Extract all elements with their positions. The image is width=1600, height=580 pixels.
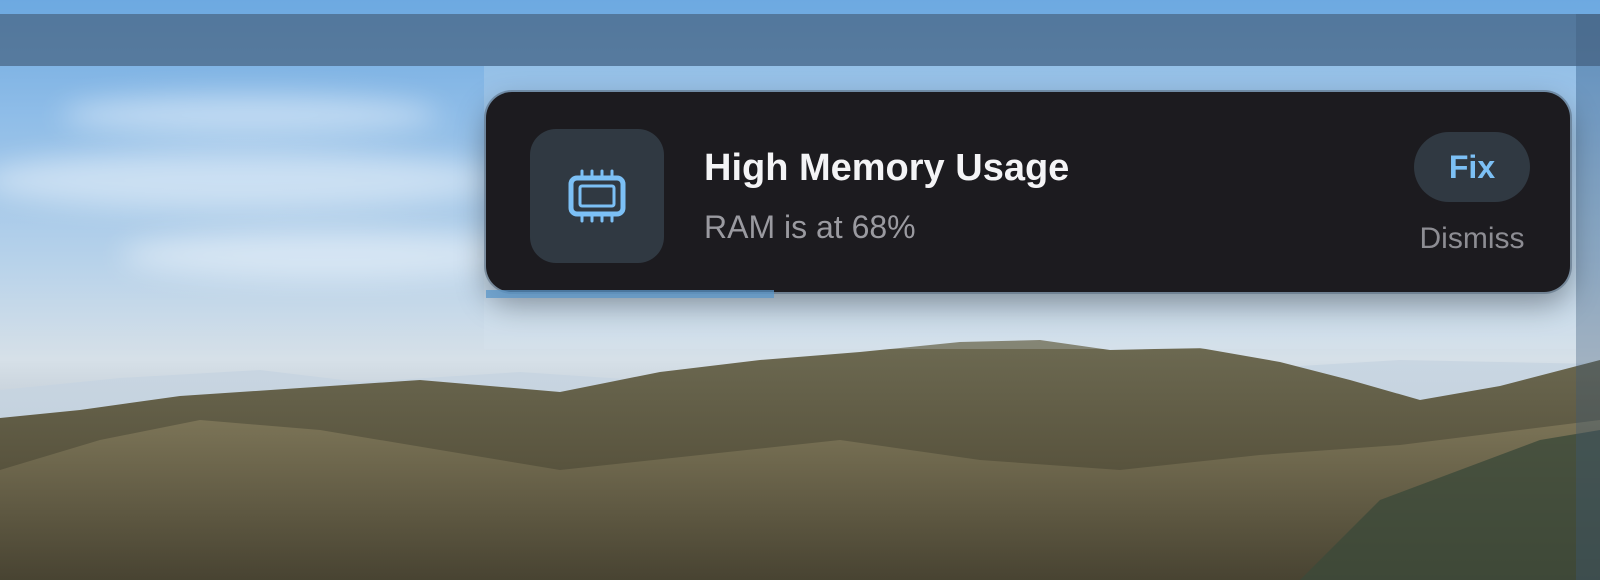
fix-button[interactable]: Fix <box>1414 132 1530 202</box>
dismiss-button[interactable]: Dismiss <box>1402 222 1542 256</box>
toast-progress-indicator <box>486 290 774 298</box>
desktop-wallpaper: High Memory Usage RAM is at 68% Fix Dism… <box>0 0 1600 580</box>
window-edge-strip <box>1576 14 1600 580</box>
memory-notification-toast[interactable]: High Memory Usage RAM is at 68% Fix Dism… <box>486 92 1570 292</box>
menu-bar-top-edge <box>0 0 1600 14</box>
notification-title: High Memory Usage <box>704 147 1070 189</box>
top-bar-overlay <box>0 14 1600 66</box>
memory-chip-icon-tile <box>530 129 664 263</box>
notification-message: RAM is at 68% <box>704 209 916 245</box>
memory-chip-icon <box>568 169 626 223</box>
